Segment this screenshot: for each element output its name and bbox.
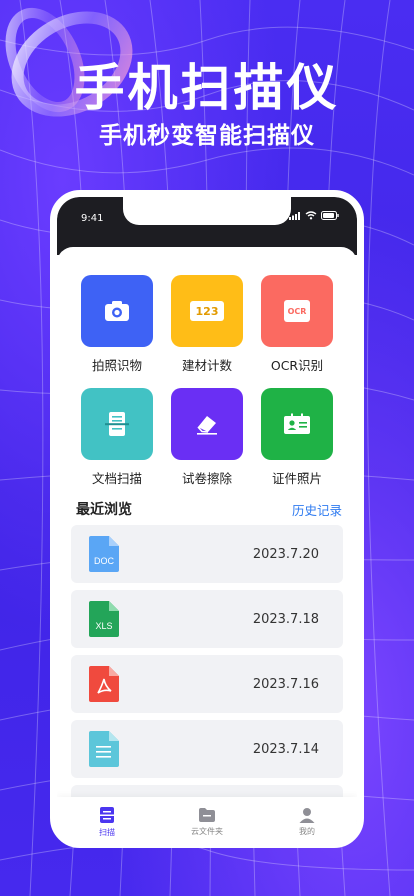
folder-tab-icon <box>199 808 215 822</box>
record-date: 2023.7.16 <box>252 676 319 692</box>
tool-label: OCR识别 <box>270 358 324 373</box>
tool-tile[interactable] <box>261 388 333 460</box>
tool-photo-recognition[interactable]: 拍照识物 <box>81 275 153 374</box>
text-file-icon <box>89 731 119 767</box>
xls-file-icon: XLS <box>89 601 119 637</box>
hero-subtitle: 手机秒变智能扫描仪 <box>99 123 315 149</box>
tab-cloud-folder[interactable]: 云文件夹 <box>172 807 242 837</box>
tool-exam-erase[interactable]: 试卷擦除 <box>171 388 243 487</box>
pdf-file-icon <box>89 666 119 702</box>
list-item[interactable]: DOC 2023.7.20 <box>71 525 343 583</box>
recent-header: 最近浏览 历史记录 <box>76 499 342 519</box>
signal-icon <box>289 211 300 220</box>
tool-material-count[interactable]: 123 建材计数 <box>171 275 243 374</box>
recent-title: 最近浏览 <box>76 502 132 518</box>
battery-icon <box>321 211 339 220</box>
file-type-label: DOC <box>94 556 115 566</box>
camera-icon <box>105 301 129 321</box>
tool-tile[interactable]: OCR <box>261 275 333 347</box>
profile-tab-icon <box>299 808 315 823</box>
tool-label: 文档扫描 <box>91 471 142 486</box>
tool-id-photo[interactable]: 证件照片 <box>261 388 333 487</box>
list-item[interactable]: 2023.7.14 <box>71 720 343 778</box>
counter-123-icon: 123 <box>190 301 224 321</box>
tool-document-scan[interactable]: 文档扫描 <box>81 388 153 487</box>
id-card-icon <box>284 413 310 434</box>
tool-ocr[interactable]: OCR OCR识别 <box>261 275 333 374</box>
tool-label: 试卷擦除 <box>181 471 232 486</box>
doc-file-icon: DOC <box>89 536 119 572</box>
tool-tile[interactable] <box>81 275 153 347</box>
tab-label: 云文件夹 <box>191 827 223 836</box>
file-type-label: XLS <box>95 621 112 631</box>
hero-title: 手机扫描仪 <box>74 59 340 117</box>
tab-label: 我的 <box>299 827 315 836</box>
tool-tile[interactable] <box>81 388 153 460</box>
notch <box>123 197 291 225</box>
tool-tile[interactable]: 123 <box>171 275 243 347</box>
tab-bar: 扫描 云文件夹 我的 <box>57 797 357 841</box>
record-date: 2023.7.14 <box>252 741 319 757</box>
counter-badge-text: 123 <box>195 304 219 318</box>
recent-list: DOC 2023.7.20 XLS 2023.7.18 2023.7.16 20… <box>71 525 343 832</box>
tool-grid: 拍照识物 123 建材计数 OCR OCR识别 文档扫描 试卷擦除 证件照片 <box>81 275 341 487</box>
history-link[interactable]: 历史记录 <box>292 500 342 519</box>
record-date: 2023.7.20 <box>252 546 319 562</box>
ocr-icon: OCR <box>284 300 310 322</box>
tab-scan[interactable]: 扫描 <box>72 806 142 838</box>
eraser-icon <box>197 416 217 435</box>
wifi-icon <box>305 211 317 220</box>
tool-tile[interactable] <box>171 388 243 460</box>
status-icons <box>289 211 339 220</box>
scan-tab-icon <box>99 807 115 823</box>
phone-mockup: 9:41 拍照识物 123 建材计数 OCR OCR识别 文档扫描 试卷擦除 证… <box>50 190 364 848</box>
tool-label: 拍照识物 <box>91 358 142 373</box>
document-scan-icon <box>105 412 129 436</box>
app-screen: 拍照识物 123 建材计数 OCR OCR识别 文档扫描 试卷擦除 证件照片 最… <box>57 247 357 841</box>
tool-label: 建材计数 <box>181 358 232 373</box>
list-item[interactable]: 2023.7.16 <box>71 655 343 713</box>
tab-profile[interactable]: 我的 <box>272 807 342 837</box>
ocr-badge-text: OCR <box>287 306 307 316</box>
list-item[interactable]: XLS 2023.7.18 <box>71 590 343 648</box>
status-time: 9:41 <box>81 213 104 224</box>
record-date: 2023.7.18 <box>252 611 319 627</box>
tab-label: 扫描 <box>99 828 115 837</box>
tool-label: 证件照片 <box>271 471 322 486</box>
